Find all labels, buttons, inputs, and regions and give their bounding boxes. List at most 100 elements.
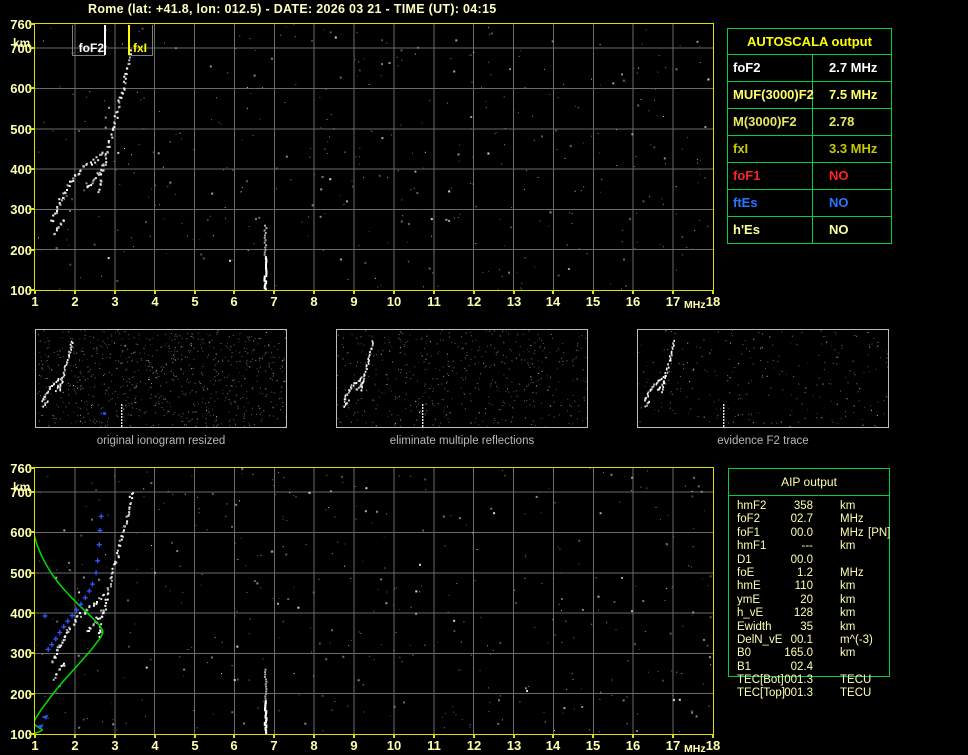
x-axis-tick — [513, 735, 515, 738]
x-axis-tick-label: 7 — [263, 294, 285, 309]
autoscala-row-MUF(3000)F2: MUF(3000)F27.5 MHz — [728, 82, 891, 109]
x-axis-tick — [313, 735, 315, 738]
aip-row-value: --- — [737, 540, 813, 553]
aip-row-B0: B0165.0km — [728, 647, 928, 660]
y-axis-tick-label: 500 — [0, 566, 32, 581]
x-axis-tick — [34, 291, 36, 294]
aip-row-foE: foE1.2MHz — [728, 567, 928, 580]
aip-row-TEC[Top]: TEC[Top]001.3TECU — [728, 687, 928, 700]
aip-row-value: 110 — [737, 580, 813, 593]
x-axis-tick — [672, 735, 674, 738]
aip-row-value: 00.1 — [737, 634, 813, 647]
y-axis-tick-label: 300 — [0, 202, 32, 217]
aip-row-value: 00.0 — [737, 554, 813, 567]
x-axis-tick — [114, 735, 116, 738]
aip-row-unit: km — [840, 500, 855, 513]
x-axis-tick-label: 8 — [303, 738, 325, 753]
x-axis-tick — [552, 735, 554, 738]
autoscala-row-label: h'Es — [728, 217, 813, 243]
thumbnail-1-caption: original ionogram resized — [35, 435, 287, 447]
x-axis-tick-label: 7 — [263, 738, 285, 753]
aip-row-h_vE: h_vE128km — [728, 607, 928, 620]
fxI-marker-line — [128, 25, 130, 55]
y-axis-tick-label: 760 — [0, 17, 32, 32]
x-axis-tick-label: 2 — [64, 738, 86, 753]
aip-row-hmE: hmE110km — [728, 580, 928, 593]
x-axis-tick-label: 11 — [423, 294, 445, 309]
autoscala-row-M(3000)F2: M(3000)F22.78 — [728, 109, 891, 136]
x-axis-tick-label: 5 — [184, 294, 206, 309]
x-axis-tick-label: 13 — [503, 294, 525, 309]
x-axis-tick-label: 6 — [223, 738, 245, 753]
x-axis-tick-label: 10 — [383, 294, 405, 309]
x-axis-tick — [712, 291, 714, 294]
x-axis-tick-label: 17 — [662, 294, 684, 309]
x-axis-tick-label: 14 — [542, 294, 564, 309]
aip-row-unit: km — [840, 607, 855, 620]
x-axis-tick — [433, 291, 435, 294]
x-axis-tick — [273, 735, 275, 738]
x-axis-tick — [632, 735, 634, 738]
autoscala-row-label: foF1 — [728, 163, 813, 189]
x-axis-tick — [194, 291, 196, 294]
y-axis-tick-label: 100 — [0, 727, 32, 742]
x-axis-tick — [233, 735, 235, 738]
x-axis-tick — [353, 291, 355, 294]
x-axis-tick — [513, 291, 515, 294]
ionogram-bottom-canvas — [35, 468, 713, 734]
aip-row-unit: km — [840, 621, 855, 634]
aip-row-value: 001.3 — [737, 687, 813, 700]
y-axis-tick-label: 400 — [0, 162, 32, 177]
autoscala-row-h'Es: h'EsNO — [728, 217, 891, 243]
page-title: Rome (lat: +41.8, lon: 012.5) - DATE: 20… — [88, 2, 497, 16]
x-axis-tick-label: 10 — [383, 738, 405, 753]
x-axis-tick — [393, 291, 395, 294]
aip-row-ymE: ymE20km — [728, 594, 928, 607]
y-axis-tick-label: 200 — [0, 243, 32, 258]
foF2-marker-label-box: foF2 — [72, 25, 105, 56]
thumbnail-2-caption: eliminate multiple reflections — [336, 435, 588, 447]
x-axis-tick — [194, 735, 196, 738]
autoscala-row-label: M(3000)F2 — [728, 109, 813, 135]
autoscala-row-ftEs: ftEsNO — [728, 190, 891, 217]
aip-row-value: 001.3 — [737, 674, 813, 687]
y-axis-tick-label: 400 — [0, 606, 32, 621]
x-axis-tick — [74, 735, 76, 738]
aip-row-foF2: foF202.7MHz — [728, 513, 928, 526]
x-axis-tick — [313, 291, 315, 294]
thumbnail-original-ionogram — [35, 329, 287, 428]
aip-row-DelN_vE: DelN_vE00.1m^(-3) — [728, 634, 928, 647]
autoscala-row-label: ftEs — [728, 190, 813, 216]
y-axis-tick-label: 100 — [0, 283, 32, 298]
autoscala-row-value: NO — [813, 163, 891, 189]
ionogram-plot-bottom — [34, 467, 714, 735]
x-axis-tick-label: 3 — [104, 738, 126, 753]
autoscala-row-value: 2.78 — [813, 109, 891, 135]
aip-row-B1: B102.4 — [728, 661, 928, 674]
x-axis-tick — [74, 291, 76, 294]
thumbnail-2-canvas — [337, 330, 587, 427]
autoscala-row-fxI: fxI3.3 MHz — [728, 136, 891, 163]
aip-row-value: 02.4 — [737, 661, 813, 674]
y-axis-tick-label: 600 — [0, 525, 32, 540]
thumbnail-eliminate-reflections — [336, 329, 588, 428]
x-axis-tick — [712, 735, 714, 738]
aip-row-value: 00.0 — [737, 527, 813, 540]
x-axis-tick — [273, 291, 275, 294]
aip-row-value: 128 — [737, 607, 813, 620]
aip-row-unit: MHz — [840, 513, 864, 526]
autoscala-row-value: 2.7 MHz — [813, 55, 891, 81]
aip-row-hmF2: hmF2358km — [728, 500, 928, 513]
x-axis-tick — [233, 291, 235, 294]
x-axis-tick — [353, 735, 355, 738]
aip-row-value: 02.7 — [737, 513, 813, 526]
autoscala-screen: Rome (lat: +41.8, lon: 012.5) - DATE: 20… — [0, 0, 968, 755]
autoscala-row-foF1: foF1NO — [728, 163, 891, 190]
x-axis-tick-label: 1 — [24, 294, 46, 309]
x-axis-tick-label: 4 — [144, 738, 166, 753]
aip-row-Ewidth: Ewidth35km — [728, 621, 928, 634]
x-axis-tick-label: 9 — [343, 294, 365, 309]
autoscala-table-title: AUTOSCALA output — [728, 29, 891, 55]
x-axis-tick — [433, 735, 435, 738]
autoscala-row-foF2: foF22.7 MHz — [728, 55, 891, 82]
